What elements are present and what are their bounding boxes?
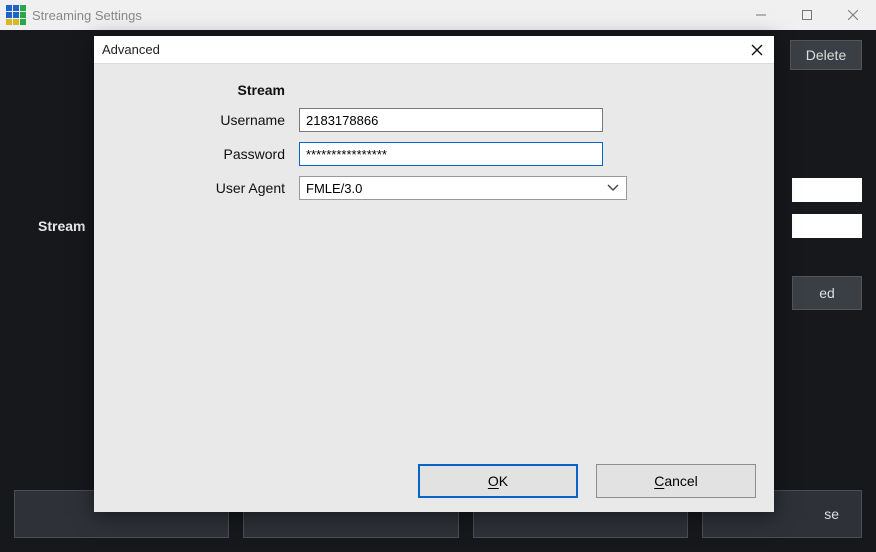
username-label: Username — [94, 112, 299, 128]
dialog-button-row: OK Cancel — [94, 450, 774, 512]
background-input-2[interactable] — [792, 214, 862, 238]
dialog-titlebar: Advanced — [94, 36, 774, 64]
stream-section-label: Stream — [38, 218, 85, 234]
parent-titlebar: Streaming Settings — [0, 0, 876, 30]
maximize-icon — [802, 10, 812, 20]
user-agent-label: User Agent — [94, 180, 299, 196]
ok-button[interactable]: OK — [418, 464, 578, 498]
stream-section-heading: Stream — [94, 82, 299, 98]
app-logo-icon — [6, 5, 26, 25]
parent-close-button[interactable] — [830, 0, 876, 30]
user-agent-value[interactable] — [299, 176, 627, 200]
parent-window-title: Streaming Settings — [32, 8, 142, 23]
close-icon — [751, 44, 763, 56]
username-input[interactable] — [299, 108, 603, 132]
background-button-partial[interactable]: ed — [792, 276, 862, 310]
parent-maximize-button[interactable] — [784, 0, 830, 30]
background-input-1[interactable] — [792, 178, 862, 202]
delete-button[interactable]: Delete — [790, 40, 862, 70]
password-input[interactable] — [299, 142, 603, 166]
password-label: Password — [94, 146, 299, 162]
user-agent-select[interactable] — [299, 176, 627, 200]
dialog-close-button[interactable] — [746, 39, 768, 61]
minimize-icon — [756, 10, 766, 20]
close-icon — [848, 10, 858, 20]
advanced-dialog: Advanced Stream Username Password User A… — [94, 36, 774, 512]
parent-minimize-button[interactable] — [738, 0, 784, 30]
dialog-body: Stream Username Password User Agent — [94, 64, 774, 450]
dialog-title: Advanced — [102, 42, 160, 57]
cancel-button[interactable]: Cancel — [596, 464, 756, 498]
